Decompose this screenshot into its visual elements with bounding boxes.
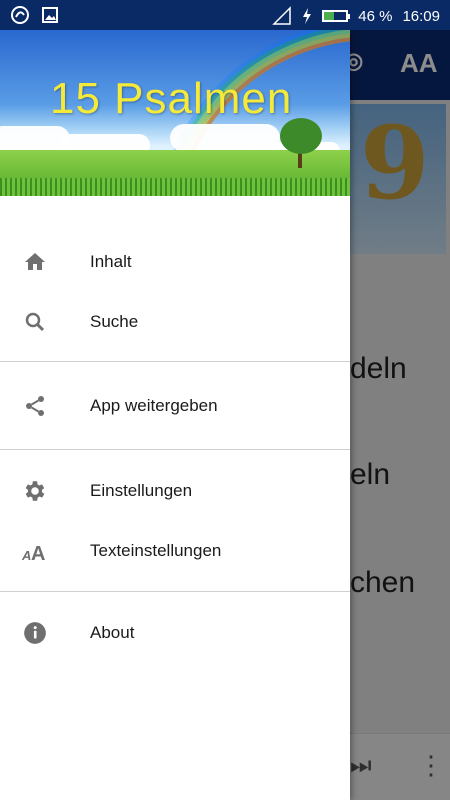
signal-icon bbox=[272, 6, 291, 25]
battery-icon bbox=[322, 10, 351, 22]
text-size-icon: AA bbox=[0, 540, 90, 562]
menu-group: App weitergeben bbox=[0, 362, 350, 450]
drawer-header: 15 Psalmen bbox=[0, 30, 350, 196]
battery-percent: 46 % bbox=[358, 7, 393, 25]
image-notification-icon bbox=[42, 7, 58, 23]
menu-item-label: Einstellungen bbox=[90, 481, 193, 500]
menu-group: About bbox=[0, 592, 350, 672]
menu-group: Einstellungen AA Texteinstellungen bbox=[0, 450, 350, 592]
grass-decoration bbox=[0, 178, 350, 196]
menu-item-label: Texteinstellungen bbox=[90, 541, 222, 560]
menu-item-label: Suche bbox=[90, 312, 139, 331]
menu-item-einstellungen[interactable]: Einstellungen bbox=[0, 461, 350, 521]
svg-text:A: A bbox=[22, 548, 31, 562]
gear-icon bbox=[0, 478, 90, 504]
svg-text:A: A bbox=[31, 543, 45, 562]
home-icon bbox=[0, 250, 90, 274]
drawer-menu: Inhalt Suche App weitergeben Einstellung… bbox=[0, 196, 350, 672]
menu-group: Inhalt Suche bbox=[0, 196, 350, 362]
info-icon bbox=[0, 620, 90, 646]
menu-item-app-weitergeben[interactable]: App weitergeben bbox=[0, 376, 350, 436]
menu-item-label: Inhalt bbox=[90, 252, 132, 271]
search-icon bbox=[0, 310, 90, 334]
charging-icon bbox=[303, 8, 312, 24]
share-icon bbox=[0, 394, 90, 418]
navigation-drawer: 15 Psalmen Inhalt Suche App weitergeben … bbox=[0, 30, 350, 800]
drawer-title: 15 Psalmen bbox=[50, 74, 293, 123]
cloud-decoration bbox=[170, 124, 280, 152]
menu-item-about[interactable]: About bbox=[0, 603, 350, 663]
app-notification-icon bbox=[11, 6, 29, 24]
menu-item-label: About bbox=[90, 623, 135, 642]
menu-item-suche[interactable]: Suche bbox=[0, 292, 350, 352]
clock: 16:09 bbox=[402, 7, 440, 25]
menu-item-inhalt[interactable]: Inhalt bbox=[0, 232, 350, 292]
menu-item-label: App weitergeben bbox=[90, 396, 218, 415]
status-bar: 46 % 16:09 bbox=[0, 0, 450, 30]
menu-item-texteinstellungen[interactable]: AA Texteinstellungen bbox=[0, 521, 350, 581]
